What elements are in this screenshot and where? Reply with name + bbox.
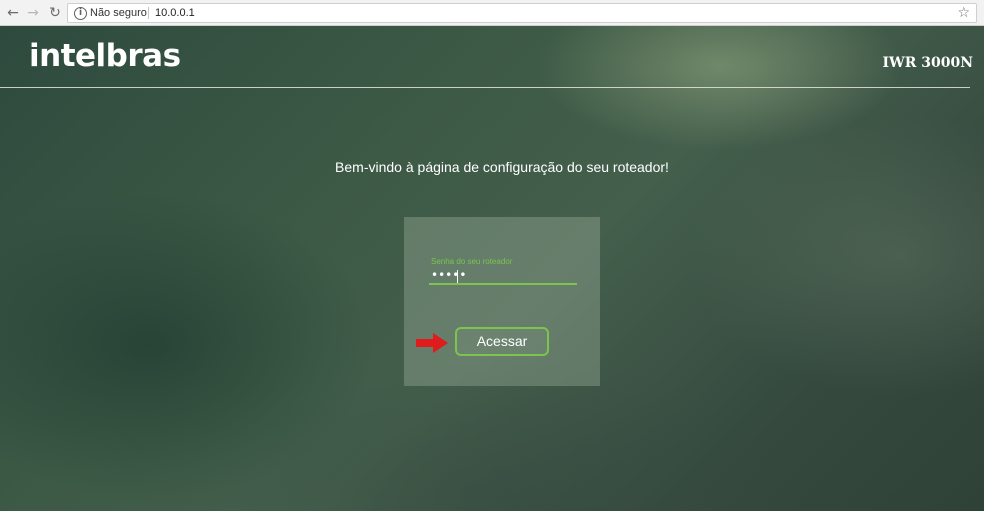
- address-divider: [148, 7, 149, 19]
- intelbras-logo: intelbras: [29, 38, 181, 74]
- model-name: IWR 3000N: [882, 55, 973, 71]
- forward-arrow-icon[interactable]: →: [24, 4, 42, 22]
- welcome-message: Bem-vindo à página de configuração do se…: [335, 159, 669, 175]
- login-button[interactable]: Acessar: [455, 327, 549, 356]
- back-arrow-icon[interactable]: ←: [4, 4, 22, 22]
- password-input[interactable]: [429, 267, 577, 285]
- password-label: Senha do seu roteador: [431, 257, 513, 266]
- text-caret: [457, 270, 458, 283]
- header-divider: [0, 87, 970, 88]
- browser-toolbar: ← → ↻ i Não seguro 10.0.0.1 ☆: [0, 0, 984, 26]
- address-bar[interactable]: i Não seguro 10.0.0.1 ☆: [67, 3, 977, 23]
- info-icon[interactable]: i: [74, 7, 87, 20]
- reload-icon[interactable]: ↻: [46, 4, 64, 22]
- router-login-page: intelbras IWR 3000N Bem-vindo à página d…: [0, 26, 984, 511]
- red-arrow-icon: [416, 333, 448, 353]
- login-panel: Senha do seu roteador Acessar: [404, 217, 600, 386]
- security-status[interactable]: Não seguro: [90, 6, 147, 20]
- bookmark-star-icon[interactable]: ☆: [957, 4, 970, 22]
- arrow-shape: [416, 333, 448, 353]
- url-text[interactable]: 10.0.0.1: [155, 6, 195, 20]
